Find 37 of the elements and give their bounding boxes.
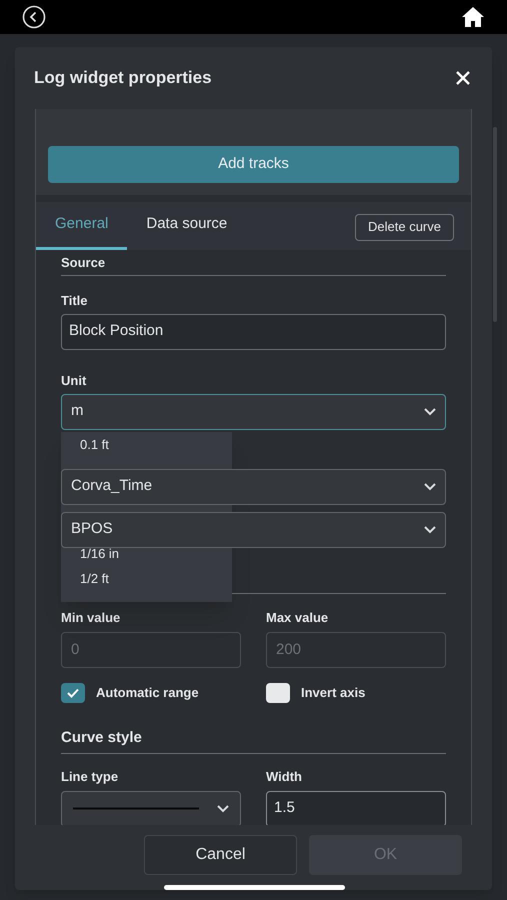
chevron-down-icon [424, 408, 436, 416]
select-field[interactable]: BPOS [61, 512, 446, 548]
field-label: Line type [61, 768, 120, 784]
delete-curve-button[interactable]: Delete curve [355, 214, 454, 240]
checkbox[interactable] [266, 682, 290, 702]
add-tracks-button[interactable]: Add tracks [48, 146, 459, 182]
min-value-field[interactable]: 0 [61, 632, 241, 668]
title-field[interactable]: Block Position [61, 314, 446, 350]
chevron-down-icon [424, 526, 436, 534]
checkbox-label: Automatic range [96, 684, 199, 702]
menu-item[interactable]: 1/2 ft [80, 572, 109, 584]
unit-select[interactable]: m [61, 394, 446, 430]
chevron-down-icon [217, 804, 229, 812]
back-icon[interactable] [22, 5, 46, 29]
section-heading: Source [61, 254, 106, 272]
line-type-select[interactable] [61, 790, 241, 824]
solid-line-icon [73, 807, 199, 810]
field-label: Width [266, 768, 303, 784]
section-heading: Curve style [61, 728, 143, 748]
dialog-title: Log widget properties [34, 67, 212, 89]
width-field[interactable]: 1.5 [266, 790, 446, 824]
checkbox-label: Invert axis [301, 684, 366, 702]
field-label: Min value [61, 610, 122, 626]
field-label: Title [61, 292, 88, 308]
home-icon[interactable] [461, 6, 485, 28]
chevron-down-icon [424, 482, 436, 490]
max-value-field[interactable]: 200 [266, 632, 446, 668]
checkbox[interactable] [61, 682, 85, 702]
tab[interactable]: Data source [127, 202, 246, 250]
field-label: Unit [61, 372, 88, 388]
tab[interactable]: General [36, 202, 128, 250]
menu-item[interactable]: 0.1 ft [61, 438, 109, 452]
checkmark-icon [67, 688, 79, 698]
field-label: Max value [266, 610, 330, 626]
cancel-button[interactable]: Cancel [144, 834, 297, 874]
select-field[interactable]: Corva_Time [61, 468, 446, 504]
menu-item[interactable]: 1/16 in [80, 546, 120, 560]
